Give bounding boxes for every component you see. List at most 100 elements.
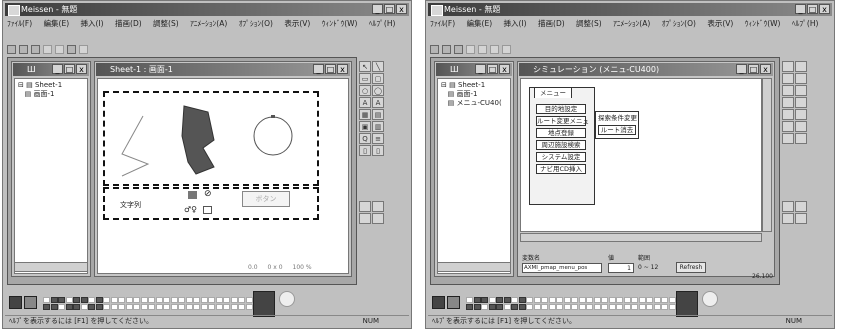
color-swatch[interactable]	[170, 304, 178, 310]
sim-maximize-button[interactable]: □	[748, 64, 759, 74]
color-swatch[interactable]	[608, 304, 616, 310]
color-swatch[interactable]	[541, 304, 548, 310]
tool-icon[interactable]: ≡	[372, 133, 384, 144]
color-swatch[interactable]	[163, 297, 170, 303]
color-swatch[interactable]	[163, 304, 170, 310]
tool-icon[interactable]	[795, 73, 807, 84]
tool-icon[interactable]	[782, 85, 794, 96]
maximize-button[interactable]: □	[384, 4, 395, 14]
color-swatch[interactable]	[623, 297, 631, 303]
sim-minimize-button[interactable]: _	[736, 64, 747, 74]
color-swatch[interactable]	[73, 297, 80, 303]
color-swatch[interactable]	[466, 304, 473, 310]
color-swatch[interactable]	[601, 304, 608, 310]
tree-close-button[interactable]: x	[499, 64, 510, 74]
color-swatch[interactable]	[118, 304, 125, 310]
tool-icon[interactable]: ▣	[359, 121, 371, 132]
color-swatch[interactable]	[238, 304, 245, 310]
color-swatch[interactable]	[65, 304, 73, 310]
canvas[interactable]: 文字列 ⊘ ♂♀ ボタン 0.0 0 x 0 100 %	[97, 78, 349, 274]
tree-item-menu[interactable]: ▤ メニュ-CU40(	[441, 99, 507, 108]
menu-file[interactable]: ﾌｧｲﾙ(F)	[7, 19, 32, 28]
copy-icon[interactable]	[478, 44, 487, 54]
color-swatch[interactable]	[473, 297, 481, 303]
tool-icon[interactable]	[372, 201, 384, 212]
color-swatch[interactable]	[133, 297, 140, 303]
tool-icon[interactable]: ▢	[372, 73, 384, 84]
tree-item-screen[interactable]: ▤ 画面-1	[18, 90, 84, 99]
color-swatch[interactable]	[245, 297, 253, 303]
button-widget[interactable]: ボタン	[242, 191, 290, 207]
color-swatch[interactable]	[185, 304, 193, 310]
minimize-button[interactable]: _	[795, 4, 806, 14]
color-swatch[interactable]	[103, 297, 110, 303]
color-swatch[interactable]	[511, 304, 518, 310]
color-swatch[interactable]	[616, 297, 623, 303]
tool-icon[interactable]	[795, 85, 807, 96]
color-swatch[interactable]	[193, 297, 200, 303]
color-swatch[interactable]	[638, 304, 646, 310]
color-swatch[interactable]	[65, 297, 73, 303]
maximize-button[interactable]: □	[807, 4, 818, 14]
close-button[interactable]: x	[819, 4, 830, 14]
color-swatch[interactable]	[578, 304, 586, 310]
color-swatch[interactable]	[58, 297, 65, 303]
color-swatch[interactable]	[638, 297, 646, 303]
color-swatch[interactable]	[488, 304, 496, 310]
color-swatch[interactable]	[556, 297, 563, 303]
tool-icon[interactable]	[782, 133, 794, 144]
menu-adjust[interactable]: 調整(S)	[576, 19, 602, 28]
tool-icon[interactable]: ▭	[359, 73, 371, 84]
cut-icon[interactable]	[43, 44, 52, 54]
color-swatch[interactable]	[110, 304, 118, 310]
color-swatch[interactable]	[526, 297, 533, 303]
vertical-scrollbar[interactable]	[762, 78, 772, 232]
open-icon[interactable]	[19, 44, 28, 54]
help-icon[interactable]	[502, 44, 511, 54]
printer-icon[interactable]	[676, 291, 698, 317]
tree-item-screen[interactable]: ▤ 画面-1	[441, 90, 507, 99]
value-spinner[interactable]: 1	[608, 263, 634, 273]
menu-item-route-change[interactable]: ルート変更メニュ	[536, 116, 589, 126]
menu-insert[interactable]: 挿入(I)	[81, 19, 104, 28]
doc-close-button[interactable]: x	[337, 64, 348, 74]
menu-animation[interactable]: ｱﾆﾒｰｼｮﾝ(A)	[613, 19, 650, 28]
color-swatch[interactable]	[571, 297, 578, 303]
help-icon[interactable]	[79, 44, 88, 54]
color-swatch[interactable]	[200, 297, 208, 303]
color-swatch[interactable]	[496, 297, 503, 303]
color-swatch[interactable]	[526, 304, 533, 310]
tool-icon[interactable]: ▯	[359, 145, 371, 156]
color-swatch[interactable]	[623, 304, 631, 310]
color-swatch[interactable]	[125, 297, 133, 303]
color-swatch[interactable]	[200, 304, 208, 310]
color-swatch[interactable]	[533, 304, 541, 310]
color-swatch[interactable]	[541, 297, 548, 303]
menu-insert[interactable]: 挿入(I)	[504, 19, 527, 28]
color-swatch[interactable]	[125, 304, 133, 310]
tool-icon[interactable]	[782, 121, 794, 132]
bg-color-swatch[interactable]	[24, 296, 37, 309]
color-swatch[interactable]	[563, 297, 571, 303]
color-swatch[interactable]	[140, 297, 148, 303]
color-swatch[interactable]	[511, 297, 518, 303]
menu-adjust[interactable]: 調整(S)	[153, 19, 179, 28]
tree-item-sheet[interactable]: ⊟ ▤ Sheet-1	[441, 81, 507, 90]
submenu-item-search[interactable]: 探索条件変更	[598, 114, 637, 124]
refresh-button[interactable]: Refresh	[676, 262, 706, 273]
tool-icon[interactable]: ◯	[372, 85, 384, 96]
color-swatch[interactable]	[646, 297, 653, 303]
color-swatch[interactable]	[533, 297, 541, 303]
color-swatch[interactable]	[466, 297, 473, 303]
menu-edit[interactable]: 編集(E)	[467, 19, 493, 28]
tree-maximize-button[interactable]: □	[487, 64, 498, 74]
color-swatch[interactable]	[238, 297, 245, 303]
tool-icon[interactable]	[795, 97, 807, 108]
menu-view[interactable]: 表示(V)	[707, 19, 733, 28]
color-swatch[interactable]	[548, 297, 556, 303]
save-icon[interactable]	[31, 44, 40, 54]
menu-options[interactable]: ｵﾌﾟｼｮﾝ(O)	[239, 19, 273, 28]
color-swatch[interactable]	[223, 304, 230, 310]
tool-icon[interactable]	[782, 97, 794, 108]
menu-item-destination[interactable]: 目的地設定	[536, 104, 586, 114]
